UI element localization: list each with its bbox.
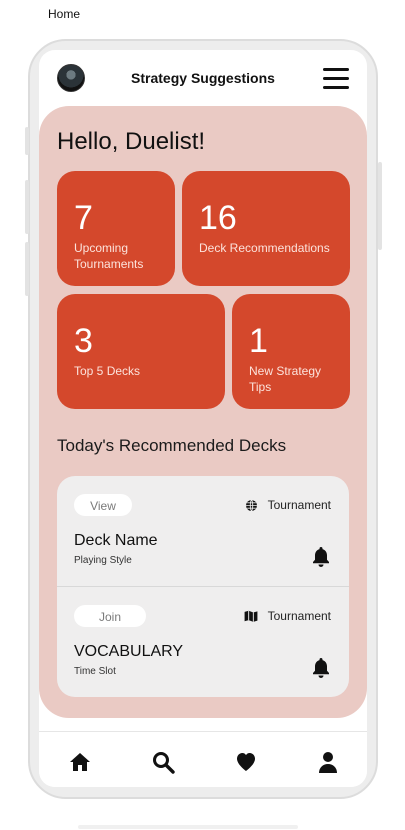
bell-icon[interactable] [311, 546, 331, 568]
stat-label: Deck Recommendations [199, 241, 330, 255]
side-button [25, 180, 29, 234]
side-button [25, 127, 29, 155]
deck-tag: Tournament [245, 498, 331, 512]
recommended-decks-list: View Tournament Deck Name Playing Style … [57, 476, 349, 697]
greeting-heading: Hello, Duelist! [57, 128, 206, 155]
stat-value: 1 [249, 322, 268, 360]
stat-card-strategy-tips[interactable]: 1 New Strategy Tips [232, 294, 350, 409]
app-screen: Strategy Suggestions Hello, Duelist! 7 U… [39, 50, 367, 787]
deck-tag-label: Tournament [267, 609, 331, 623]
home-indicator [78, 825, 298, 829]
profile-icon[interactable] [316, 750, 340, 774]
dashboard-panel: Hello, Duelist! 7 Upcoming Tournaments 1… [39, 106, 367, 718]
deck-subtitle: Playing Style [74, 555, 132, 566]
bottom-nav [39, 731, 367, 787]
stat-card-tournaments[interactable]: 7 Upcoming Tournaments [57, 171, 175, 286]
deck-tag-label: Tournament [267, 498, 331, 512]
stat-value: 3 [74, 322, 93, 360]
frame-label: Home [48, 7, 81, 21]
stat-value: 16 [199, 199, 237, 237]
home-icon[interactable] [68, 750, 92, 774]
stat-label: New Strategy Tips [249, 364, 322, 394]
globe-icon [245, 499, 257, 511]
stat-label: Top 5 Decks [74, 364, 141, 378]
deck-tag: Tournament [244, 609, 331, 623]
app-header: Strategy Suggestions [39, 50, 367, 106]
stat-value: 7 [74, 199, 93, 237]
view-button[interactable]: View [74, 494, 132, 516]
deck-subtitle: Time Slot [74, 666, 116, 677]
stat-card-top-decks[interactable]: 3 Top 5 Decks [57, 294, 225, 409]
bell-icon[interactable] [311, 657, 331, 679]
side-button [378, 162, 382, 250]
section-title: Today's Recommended Decks [57, 436, 287, 455]
deck-row: Join Tournament VOCABULARY Time Slot [57, 586, 349, 697]
map-icon [244, 610, 258, 622]
page-title: Strategy Suggestions [131, 70, 275, 86]
heart-icon[interactable] [234, 750, 258, 774]
search-icon[interactable] [151, 750, 175, 774]
deck-name: Deck Name [74, 532, 158, 549]
stat-card-deck-recommendations[interactable]: 16 Deck Recommendations [182, 171, 350, 286]
stat-label: Upcoming Tournaments [74, 241, 144, 271]
side-button [25, 242, 29, 296]
join-button[interactable]: Join [74, 605, 146, 627]
hamburger-menu-icon[interactable] [323, 68, 349, 90]
deck-row: View Tournament Deck Name Playing Style [57, 476, 349, 586]
deck-name: VOCABULARY [74, 643, 184, 660]
